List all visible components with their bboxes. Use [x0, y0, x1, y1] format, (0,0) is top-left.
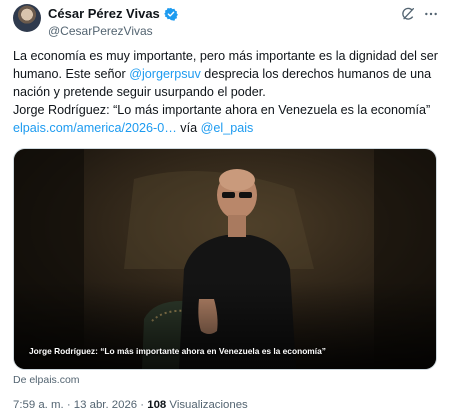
mention-el-pais[interactable]: @el_pais [201, 121, 254, 135]
tweet-line2: Jorge Rodríguez: “Lo más importante ahor… [13, 103, 431, 117]
card-caption: Jorge Rodríguez: “Lo más importante ahor… [29, 346, 326, 356]
mention-jorgerpsuv[interactable]: @jorgerpsuv [129, 67, 201, 81]
meta-separator: · [137, 399, 148, 411]
views-label: Visualizaciones [166, 399, 248, 411]
card-source[interactable]: De elpais.com [13, 374, 80, 386]
article-link[interactable]: elpais.com/america/2026-0… [13, 121, 177, 135]
views-count: 108 [147, 399, 167, 411]
meta-separator: · [63, 399, 74, 411]
card-image [14, 149, 436, 369]
tweet-meta: 7:59 a. m. · 13 abr. 2026 · 108 Visualiz… [13, 399, 248, 411]
verified-badge-icon [163, 7, 178, 21]
avatar[interactable] [13, 4, 41, 32]
tweet-text: La economía es muy importante, pero más … [13, 47, 441, 137]
author-name-row: César Pérez Vivas [48, 6, 178, 21]
tweet-time[interactable]: 7:59 a. m. [13, 399, 64, 411]
link-card[interactable]: Jorge Rodríguez: “Lo más importante ahor… [13, 148, 437, 370]
tweet-date[interactable]: 13 abr. 2026 [74, 399, 137, 411]
grok-icon[interactable] [400, 6, 416, 22]
author-name[interactable]: César Pérez Vivas [48, 6, 160, 21]
author-handle[interactable]: @CesarPerezVivas [48, 24, 153, 38]
more-icon[interactable] [423, 6, 439, 22]
via-text: vía [176, 121, 201, 135]
